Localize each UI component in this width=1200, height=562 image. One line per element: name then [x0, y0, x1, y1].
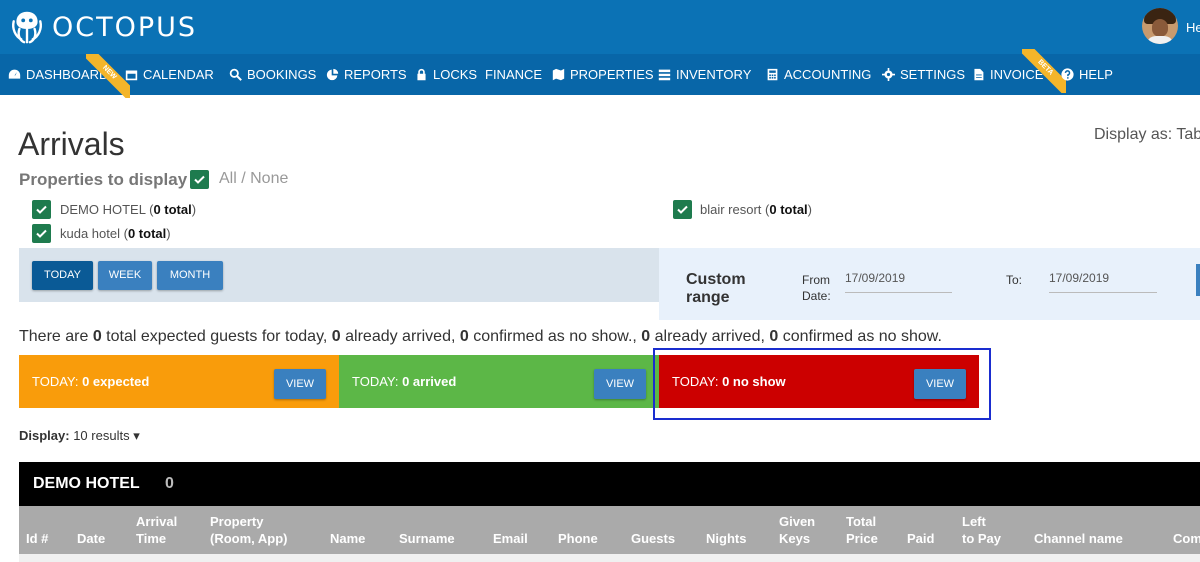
- nav-settings[interactable]: SETTINGS: [882, 54, 965, 95]
- arrived-card: TODAY: 0 arrived VIEW: [339, 355, 659, 408]
- search-icon: [229, 68, 242, 81]
- nav-inventory-label: INVENTORY: [676, 67, 752, 82]
- all-properties-checkbox[interactable]: [190, 170, 209, 189]
- pie-chart-icon: [326, 68, 339, 81]
- nav-help[interactable]: HELP: [1061, 54, 1113, 95]
- col-nights[interactable]: Nights: [706, 513, 746, 547]
- nav-settings-label: SETTINGS: [900, 67, 966, 82]
- user-greeting[interactable]: He: [1186, 20, 1200, 35]
- nav-finance-label: FINANCE: [485, 67, 543, 82]
- nav-calendar-label: CALENDAR: [143, 67, 214, 82]
- to-date-input[interactable]: 17/09/2019: [1049, 271, 1157, 293]
- highlight-box: [653, 348, 991, 420]
- nav-calendar[interactable]: CALENDAR: [125, 54, 214, 95]
- check-icon: [36, 229, 47, 238]
- nav-accounting[interactable]: ACCOUNTING: [766, 54, 871, 95]
- quick-range-panel: TODAY WEEK MONTH: [19, 248, 659, 302]
- octopus-logo[interactable]: OCTOPUS: [8, 8, 197, 46]
- hotel-count: 0: [165, 475, 174, 492]
- lock-icon: [417, 68, 426, 81]
- col-given-keys[interactable]: Given Keys: [779, 513, 815, 547]
- beta-ribbon: BETA: [1022, 49, 1066, 93]
- col-email[interactable]: Email: [493, 513, 528, 547]
- col-channel-name[interactable]: Channel name: [1034, 513, 1123, 547]
- property-checkbox-kuda-hotel[interactable]: [32, 224, 51, 243]
- nav-help-label: HELP: [1079, 67, 1113, 82]
- nav-properties-label: PROPERTIES: [570, 67, 654, 82]
- check-icon: [194, 175, 205, 184]
- octopus-logo-icon: [12, 11, 42, 44]
- check-icon: [677, 205, 688, 214]
- calculator-icon: [767, 68, 778, 81]
- hotel-section-header: DEMO HOTEL 0: [19, 462, 1200, 506]
- property-demo-hotel: DEMO HOTEL (0 total): [60, 202, 197, 217]
- property-blair-resort: blair resort (0 total): [700, 202, 813, 217]
- caret-down-icon: ▾: [133, 428, 140, 443]
- col-surname[interactable]: Surname: [399, 513, 455, 547]
- nav-accounting-label: ACCOUNTING: [784, 67, 872, 82]
- month-button[interactable]: MONTH: [157, 261, 223, 290]
- table-row: [19, 554, 1200, 562]
- nav-locks[interactable]: LOCKS: [415, 54, 477, 95]
- list-icon: [658, 69, 671, 81]
- to-date-label: To:: [1006, 273, 1023, 287]
- apply-range-button[interactable]: [1196, 264, 1200, 296]
- document-icon: [974, 68, 984, 81]
- from-date-input[interactable]: 17/09/2019: [845, 271, 952, 293]
- col-left-to-pay[interactable]: Left to Pay: [962, 513, 1001, 547]
- property-kuda-hotel: kuda hotel (0 total): [60, 226, 171, 241]
- user-avatar[interactable]: [1142, 8, 1178, 44]
- custom-range-label: Custom range: [686, 271, 746, 306]
- top-bar: OCTOPUS He: [0, 0, 1200, 54]
- arrivals-summary: There are 0 total expected guests for to…: [19, 328, 942, 345]
- arrived-card-label: TODAY: 0 arrived: [352, 374, 457, 389]
- expected-card-label: TODAY: 0 expected: [32, 374, 150, 389]
- nav-finance[interactable]: FINANCE: [485, 54, 542, 95]
- main-nav: DASHBOARD NEW CALENDAR BOOKINGS REPORTS …: [0, 49, 1200, 98]
- week-button[interactable]: WEEK: [98, 261, 152, 290]
- all-none-toggle[interactable]: All / None: [219, 170, 288, 188]
- gear-icon: [882, 68, 895, 81]
- col-guests[interactable]: Guests: [631, 513, 675, 547]
- col-property[interactable]: Property (Room, App): [210, 513, 288, 547]
- property-checkbox-blair-resort[interactable]: [673, 200, 692, 219]
- map-icon: [552, 68, 565, 81]
- col-total-price[interactable]: Total Price: [846, 513, 878, 547]
- question-icon: [1061, 68, 1074, 81]
- nav-bookings[interactable]: BOOKINGS: [229, 54, 316, 95]
- display-as-toggle[interactable]: Display as: Tab: [1094, 126, 1200, 144]
- col-arrival-time[interactable]: Arrival Time: [136, 513, 177, 547]
- col-date[interactable]: Date: [77, 513, 105, 547]
- check-icon: [36, 205, 47, 214]
- logo-text: OCTOPUS: [52, 11, 198, 43]
- view-expected-button[interactable]: VIEW: [274, 369, 326, 399]
- property-checkbox-demo-hotel[interactable]: [32, 200, 51, 219]
- hotel-name: DEMO HOTEL: [33, 475, 140, 492]
- properties-label: Properties to display: [19, 170, 188, 189]
- nav-reports[interactable]: REPORTS: [326, 54, 407, 95]
- display-results-select[interactable]: Display: 10 results ▾: [19, 428, 140, 444]
- col-id[interactable]: Id #: [26, 513, 48, 547]
- col-commission[interactable]: Com: [1173, 513, 1200, 547]
- view-arrived-button[interactable]: VIEW: [594, 369, 646, 399]
- nav-inventory[interactable]: INVENTORY: [658, 54, 751, 95]
- nav-properties[interactable]: PROPERTIES: [552, 54, 654, 95]
- calendar-icon: [125, 70, 138, 81]
- page-title: Arrivals: [18, 126, 125, 162]
- from-date-label: From Date:: [802, 273, 831, 303]
- col-paid[interactable]: Paid: [907, 513, 934, 547]
- today-button[interactable]: TODAY: [32, 261, 93, 290]
- table-header: Id # Date Arrival Time Property (Room, App…: [19, 506, 1200, 554]
- dashboard-icon: [8, 69, 21, 79]
- nav-locks-label: LOCKS: [433, 67, 478, 82]
- new-ribbon: NEW: [86, 54, 130, 98]
- col-name[interactable]: Name: [330, 513, 365, 547]
- col-phone[interactable]: Phone: [558, 513, 598, 547]
- nav-reports-label: REPORTS: [344, 67, 407, 82]
- expected-card: TODAY: 0 expected VIEW: [19, 355, 339, 408]
- nav-bookings-label: BOOKINGS: [247, 67, 317, 82]
